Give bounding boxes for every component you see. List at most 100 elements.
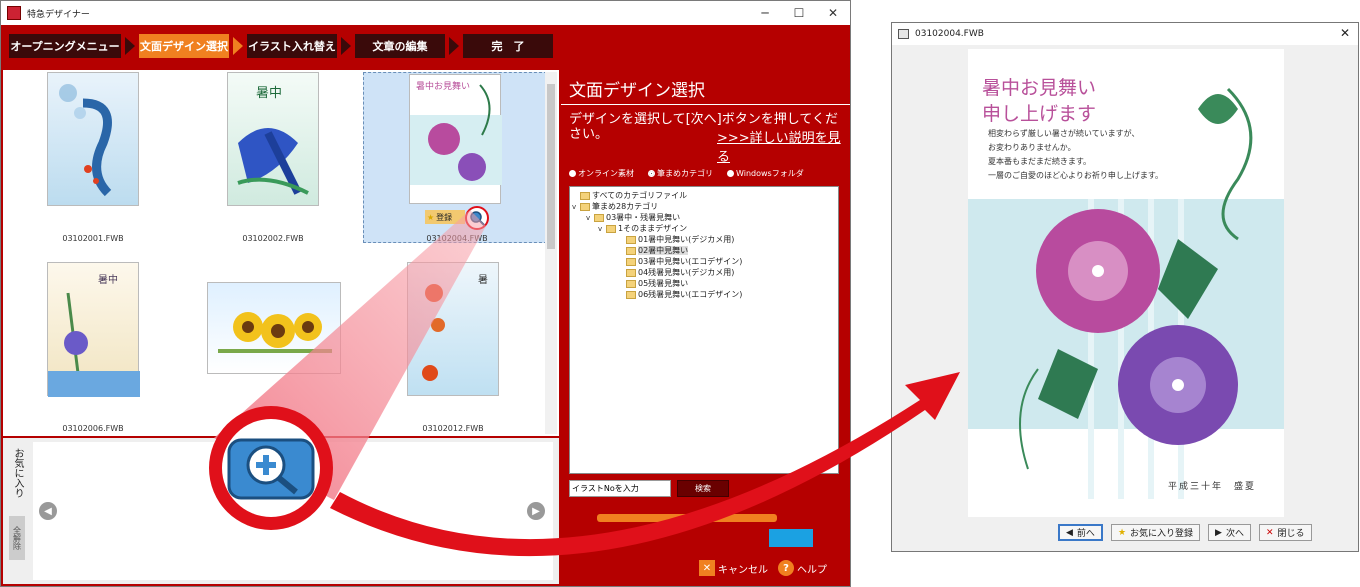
step-label: 完 了 [491,40,525,53]
next-button[interactable]: ▶ 次へ [1208,524,1251,541]
folder-icon [626,235,636,244]
help-button[interactable]: ? ヘルプ [778,560,827,576]
gallery-scrollbar[interactable] [545,72,557,434]
design-panel: 文面デザイン選択 デザインを選択して[次へ]ボタンを押してください。 >>>詳し… [561,70,850,586]
cancel-button[interactable]: ✕ キャンセル [699,560,768,576]
tree-node[interactable]: v 03暑中・残暑見舞い [570,212,838,223]
card-date: 平成三十年 盛夏 [1168,482,1257,492]
favorite-register-button[interactable]: ★ 登録 [425,210,465,224]
prev-label: 前へ [1076,529,1095,539]
tree-node[interactable]: 05残暑見舞い [570,278,838,289]
favorites-strip [33,442,553,580]
help-icon: ? [778,560,794,576]
favorite-label: お気に入り登録 [1130,529,1194,539]
search-button[interactable]: 検索 [677,480,729,497]
app-window: 特急デザイナー ─ ☐ ✕ オープニングメニュー 文面デザイン選択 イラスト入れ… [0,0,851,587]
step-label: 文章の編集 [372,40,428,53]
step-opening-menu[interactable]: オープニングメニュー [9,34,135,58]
radio-windows-folder[interactable]: Windowsフォルダ [727,168,804,179]
favorite-label: 登録 [436,212,453,222]
svg-text:暑中: 暑中 [98,273,118,286]
radio-label: Windowsフォルダ [736,169,804,178]
favorite-register-button[interactable]: ★ お気に入り登録 [1110,524,1201,541]
step-complete[interactable]: 完 了 [463,34,553,58]
radio-label: オンライン素材 [578,169,634,178]
step-label: イラスト入れ替え [248,40,336,53]
greeting-line: 暑中お見舞い [982,77,1097,99]
step-text-edit[interactable]: 文章の編集 [355,34,459,58]
svg-text:暑中: 暑中 [256,86,282,101]
tree-node-selected[interactable]: 02暑中見舞い [570,245,838,256]
panel-title: 文面デザイン選択 [569,81,705,101]
tree-node[interactable]: 01暑中見舞い(デジカメ用) [570,234,838,245]
tree-node[interactable]: v 1そのままデザイン [570,223,838,234]
preview-window: 03102004.FWB ✕ 暑中お見舞い 申し上げます 相変わらず厳しい暑さが… [891,22,1359,552]
favorites-panel: お気に入り 全解除 ◀ ▶ [3,438,559,584]
details-link[interactable]: >>>詳しい説明を見る [717,127,850,165]
body-line: 相変わらず厳しい暑さが続いていますが、 [988,129,1140,138]
folder-icon [580,202,590,211]
folder-icon [626,257,636,266]
close-label: 閉じる [1277,529,1305,539]
svg-text:暑中お見舞い: 暑中お見舞い [416,80,470,92]
favorites-next-icon[interactable]: ▶ [527,502,545,520]
favorites-prev-icon[interactable]: ◀ [39,502,57,520]
step-illust-replace[interactable]: イラスト入れ替え [247,34,351,58]
folder-icon [626,268,636,277]
tree-node[interactable]: 06残暑見舞い(エコデザイン) [570,289,838,300]
card-art: 暑中 [48,273,140,397]
tree-node[interactable]: v 筆まめ28カテゴリ [570,201,838,212]
body-line: お変わりありませんか。 [988,143,1076,152]
close-icon[interactable]: ✕ [1340,26,1350,40]
card-art: 暑中 [237,86,309,195]
close-button[interactable]: ✕ 閉じる [1258,524,1312,541]
file-name: 03102002.FWB [242,234,304,243]
wizard-steps: オープニングメニュー 文面デザイン選択 イラスト入れ替え 文章の編集 完 了 [9,34,571,58]
radio-fudemame-category[interactable]: 筆まめカテゴリ [648,168,713,179]
folder-icon [594,213,604,222]
step-label: 文面デザイン選択 [140,40,228,53]
card-art: 暑 [422,274,488,381]
radio-online[interactable]: オンライン素材 [569,168,634,179]
next-label: 次へ [1225,529,1244,539]
folder-icon [626,290,636,299]
window-title: 特急デザイナー [27,9,90,20]
card-art: 暑中お見舞い [410,80,502,185]
close-button[interactable]: ✕ [816,1,850,25]
scrollbar-thumb[interactable] [547,84,555,249]
left-arrow-icon: ◀ [1066,527,1073,538]
tree-node[interactable]: 03暑中見舞い(エコデザイン) [570,256,838,267]
card-art [59,84,112,197]
body-line: 一層のご自愛のほど心よりお祈り申し上げます。 [988,171,1164,180]
folder-icon [626,279,636,288]
next-button-edge[interactable] [597,514,777,522]
window-icon [898,29,909,39]
minimize-button[interactable]: ─ [748,1,782,25]
source-radios: オンライン素材 筆まめカテゴリ Windowsフォルダ [569,168,804,179]
close-icon: ✕ [699,560,715,576]
prev-button[interactable]: ◀ 前へ [1058,524,1103,541]
footer-buttons: ✕ キャンセル ? ヘルプ [699,560,827,576]
help-label: ヘルプ [797,564,827,576]
maximize-button[interactable]: ☐ [782,1,816,25]
step-design-select[interactable]: 文面デザイン選択 [139,34,243,58]
blue-button-edge[interactable] [769,529,813,547]
design-gallery: 03102001.FWB 暑中 03102002.FWB 暑中お見舞い ★ 登録… [3,70,559,436]
close-icon: ✕ [1265,527,1274,538]
greeting-body: 相変わらず厳しい暑さが続いていますが、 お変わりありませんか。 夏本番もまだまだ… [988,127,1163,183]
body-line: 夏本番もまだまだ続きます。 [988,157,1092,166]
cancel-label: キャンセル [718,564,768,576]
tree-node[interactable]: 04残暑見舞い(デジカメ用) [570,267,838,278]
star-icon: ★ [427,212,435,222]
postcard-preview: 暑中お見舞い 申し上げます 相変わらず厳しい暑さが続いていますが、 お変わりあり… [968,49,1284,517]
right-arrow-icon: ▶ [1215,527,1222,538]
step-label: オープニングメニュー [10,40,120,53]
svg-text:暑: 暑 [478,274,488,286]
star-icon: ★ [1117,527,1127,538]
search-row: 検索 [569,480,729,497]
tree-node[interactable]: すべてのカテゴリファイル [570,190,838,201]
divider [561,104,850,105]
clear-all-button[interactable]: 全解除 [9,516,25,560]
zoom-icon[interactable] [465,206,489,230]
illust-no-input[interactable] [569,480,671,497]
